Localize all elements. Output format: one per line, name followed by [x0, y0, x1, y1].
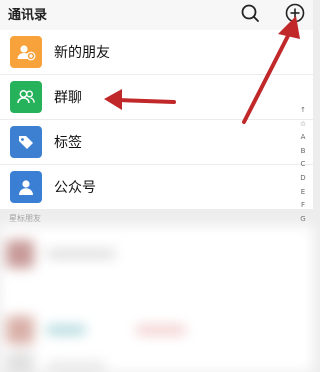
new-friends-item[interactable]: 新的朋友 — [0, 30, 313, 75]
starred-friends-header: 星标朋友 — [9, 214, 41, 223]
tags-label: 标签 — [54, 135, 82, 151]
index-f[interactable]: F — [301, 199, 305, 213]
blurred-name — [46, 250, 116, 258]
tag-icon — [10, 126, 42, 158]
contacts-menu-list: 新的朋友 群聊 标签 公众号 — [0, 30, 313, 209]
index-g[interactable]: G — [300, 213, 305, 227]
index-b[interactable]: B — [301, 145, 306, 159]
blurred-name — [46, 362, 106, 370]
index-c[interactable]: C — [301, 158, 306, 172]
index-e[interactable]: E — [301, 186, 305, 200]
list-item — [6, 352, 106, 372]
blurred-name — [136, 326, 186, 334]
index-top[interactable]: ↑ — [300, 104, 306, 118]
search-icon[interactable] — [239, 2, 261, 24]
blurred-name — [46, 326, 86, 334]
group-chat-item[interactable]: 群聊 — [0, 75, 313, 120]
blurred-contact-list — [0, 226, 313, 372]
official-accounts-label: 公众号 — [54, 180, 96, 196]
index-a[interactable]: A — [301, 131, 306, 145]
avatar — [6, 352, 34, 372]
list-item — [6, 240, 116, 268]
alphabet-index-bar[interactable]: ↑ ☆ A B C D E F G — [297, 104, 309, 226]
list-item — [6, 316, 186, 344]
avatar — [6, 316, 34, 344]
new-friends-label: 新的朋友 — [54, 45, 110, 61]
official-accounts-item[interactable]: 公众号 — [0, 165, 313, 209]
group-chat-label: 群聊 — [54, 90, 82, 106]
avatar — [6, 240, 34, 268]
index-star[interactable]: ☆ — [300, 118, 306, 132]
add-friend-icon — [10, 36, 42, 68]
group-chat-icon — [10, 81, 42, 113]
tags-item[interactable]: 标签 — [0, 120, 313, 165]
page-title: 通讯录 — [8, 8, 48, 23]
top-bar: 通讯录 — [0, 0, 313, 30]
official-account-icon — [10, 171, 42, 203]
index-d[interactable]: D — [300, 172, 305, 186]
add-circle-icon[interactable] — [283, 1, 307, 25]
